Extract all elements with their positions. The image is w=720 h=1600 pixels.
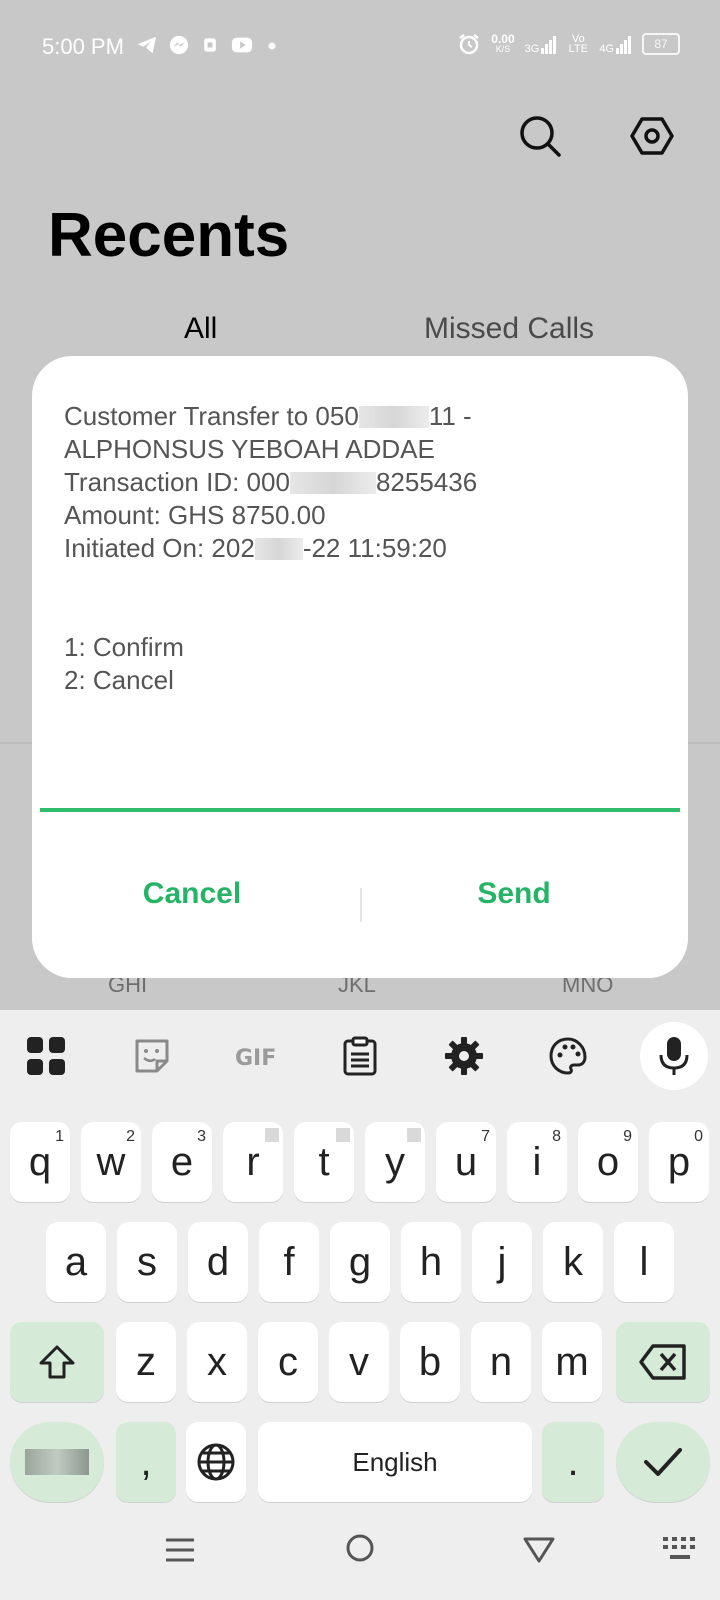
message-line-5: Initiated On: 202 -22 11:59:20 bbox=[64, 533, 447, 563]
keyboard-settings-icon[interactable] bbox=[440, 1032, 488, 1080]
enter-key[interactable] bbox=[616, 1422, 710, 1502]
cancel-button[interactable]: Cancel bbox=[92, 876, 292, 912]
key-a[interactable]: a bbox=[46, 1222, 106, 1302]
checkmark-icon bbox=[644, 1448, 682, 1476]
menu-icon[interactable] bbox=[164, 1534, 196, 1566]
tab-missed-calls[interactable]: Missed Calls bbox=[424, 312, 594, 346]
status-time: 5:00 PM bbox=[42, 34, 124, 59]
key-q[interactable]: q1 bbox=[10, 1122, 70, 1202]
key-hint-number: 1 bbox=[55, 1128, 64, 1145]
status-bar: 5:00 PM 0.00 K/S 3G Vo LTE 4G 87 bbox=[0, 0, 720, 92]
sticker-icon[interactable] bbox=[128, 1032, 176, 1080]
signal-bars-icon-2 bbox=[616, 36, 631, 54]
button-separator bbox=[360, 888, 362, 922]
key-hint-number: 3 bbox=[197, 1128, 206, 1145]
redacted-block bbox=[289, 472, 376, 494]
send-button[interactable]: Send bbox=[414, 876, 614, 912]
messenger-icon bbox=[169, 35, 189, 55]
key-v[interactable]: v bbox=[329, 1322, 389, 1402]
message-line-2: ALPHONSUS YEBOAH ADDAE bbox=[64, 434, 435, 464]
option-confirm: 1: Confirm bbox=[64, 632, 184, 662]
key-i[interactable]: i8 bbox=[507, 1122, 567, 1202]
key-g[interactable]: g bbox=[330, 1222, 390, 1302]
language-key[interactable] bbox=[186, 1422, 246, 1502]
key-o[interactable]: o9 bbox=[578, 1122, 638, 1202]
key-f[interactable]: f bbox=[259, 1222, 319, 1302]
key-s[interactable]: s bbox=[117, 1222, 177, 1302]
comma-key[interactable]: , bbox=[116, 1422, 176, 1502]
key-hint-number: 0 bbox=[694, 1128, 703, 1145]
backspace-key[interactable] bbox=[616, 1322, 710, 1402]
status-right: 0.00 K/S 3G Vo LTE 4G 87 bbox=[457, 32, 680, 56]
shift-key[interactable] bbox=[10, 1322, 104, 1402]
settings-icon[interactable] bbox=[628, 112, 676, 160]
key-hint-number: 9 bbox=[623, 1128, 632, 1145]
message-line-1: Customer Transfer to 050 11 - bbox=[64, 401, 472, 431]
youtube-icon bbox=[231, 37, 253, 53]
redacted-block bbox=[358, 406, 429, 428]
key-t[interactable]: t bbox=[294, 1122, 354, 1202]
key-z[interactable]: z bbox=[116, 1322, 176, 1402]
ussd-dialog: Customer Transfer to 050 11 - ALPHONSUS Y… bbox=[32, 356, 688, 978]
message-line-3: Transaction ID: 000 8255436 bbox=[64, 467, 478, 497]
alarm-icon bbox=[459, 34, 480, 55]
key-k[interactable]: k bbox=[543, 1222, 603, 1302]
volte-label: Vo LTE bbox=[568, 33, 588, 55]
period-key[interactable]: . bbox=[542, 1422, 604, 1502]
key-l[interactable]: l bbox=[614, 1222, 674, 1302]
redacted-block bbox=[25, 1449, 89, 1475]
back-icon[interactable] bbox=[522, 1534, 556, 1566]
key-m[interactable]: m bbox=[542, 1322, 602, 1402]
key-h[interactable]: h bbox=[401, 1222, 461, 1302]
globe-icon bbox=[197, 1443, 235, 1481]
svg-text:GIF: GIF bbox=[235, 1046, 276, 1069]
battery-icon: 87 bbox=[642, 33, 680, 55]
key-e[interactable]: e3 bbox=[152, 1122, 212, 1202]
ussd-message: Customer Transfer to 050 11 - ALPHONSUS Y… bbox=[64, 400, 664, 697]
key-j[interactable]: j bbox=[472, 1222, 532, 1302]
key-n[interactable]: n bbox=[471, 1322, 531, 1402]
more-notifications-dot-icon bbox=[268, 42, 276, 50]
space-key[interactable]: English bbox=[258, 1422, 532, 1502]
mic-icon[interactable] bbox=[650, 1032, 698, 1080]
home-icon[interactable] bbox=[344, 1532, 376, 1564]
signal-bars-icon bbox=[541, 36, 557, 54]
apps-grid-icon[interactable] bbox=[22, 1032, 70, 1080]
key-r[interactable]: r bbox=[223, 1122, 283, 1202]
key-p[interactable]: p0 bbox=[649, 1122, 709, 1202]
search-icon[interactable] bbox=[516, 112, 564, 160]
symbols-key[interactable] bbox=[10, 1422, 104, 1502]
signal-4g: 4G bbox=[599, 34, 632, 55]
redacted-block bbox=[254, 538, 303, 560]
keyboard: GIF q1w2e3rtyu7i8o9p0 asdfghjkl zxcvbnm … bbox=[0, 1010, 720, 1600]
key-u[interactable]: u7 bbox=[436, 1122, 496, 1202]
key-hint-number: 2 bbox=[126, 1128, 135, 1145]
page-title: Recents bbox=[48, 201, 290, 270]
key-b[interactable]: b bbox=[400, 1322, 460, 1402]
key-c[interactable]: c bbox=[258, 1322, 318, 1402]
nav-bar bbox=[0, 1520, 720, 1600]
telegram-icon bbox=[137, 36, 157, 54]
signal-3g: 3G bbox=[525, 34, 558, 55]
network-speed: 0.00 K/S bbox=[491, 32, 515, 54]
redacted-block bbox=[407, 1128, 421, 1142]
ussd-input-field[interactable] bbox=[40, 808, 680, 812]
app-notification-icon bbox=[204, 38, 216, 52]
redacted-block bbox=[265, 1128, 279, 1142]
option-cancel: 2: Cancel bbox=[64, 665, 174, 695]
key-d[interactable]: d bbox=[188, 1222, 248, 1302]
tab-all[interactable]: All bbox=[184, 312, 217, 346]
message-line-4: Amount: GHS 8750.00 bbox=[64, 500, 326, 530]
key-hint-number: 7 bbox=[481, 1128, 490, 1145]
gif-icon[interactable]: GIF bbox=[230, 1032, 286, 1080]
key-y[interactable]: y bbox=[365, 1122, 425, 1202]
key-w[interactable]: w2 bbox=[81, 1122, 141, 1202]
key-x[interactable]: x bbox=[187, 1322, 247, 1402]
clipboard-icon[interactable] bbox=[336, 1032, 384, 1080]
palette-icon[interactable] bbox=[544, 1032, 592, 1080]
redacted-block bbox=[336, 1128, 350, 1142]
keyboard-hide-icon[interactable] bbox=[662, 1536, 698, 1562]
key-hint-number: 8 bbox=[552, 1128, 561, 1145]
